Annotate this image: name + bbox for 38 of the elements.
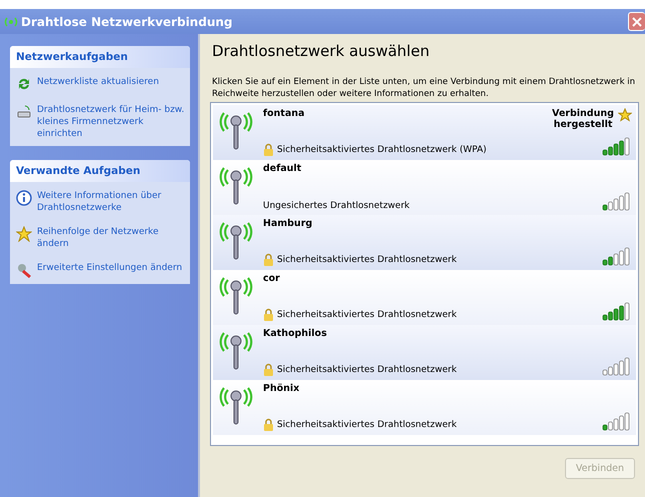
antenna-icon [219,276,253,316]
window-title: Drahtlose Netzwerkverbindung [21,14,234,28]
antenna-icon [219,221,253,261]
close-icon [632,16,642,26]
security-text: Sicherheitsaktiviertes Drahtlosnetzwerk (WPA) [277,144,487,154]
connection-status: Verbindung hergestellt [551,108,615,130]
info-icon [16,190,32,206]
security-text: Sicherheitsaktiviertes Drahtlosnetzwerk [277,254,457,264]
antenna-icon [219,111,253,151]
task-link[interactable]: Weitere Informationen über Drahtlosnetzwerke [37,190,186,214]
security-text: Sicherheitsaktiviertes Drahtlosnetzwerk [277,310,457,320]
task-link[interactable]: Netzwerkliste aktualisieren [37,76,159,88]
network-name: fontana [263,108,306,119]
task-link[interactable]: Drahtlosnetzwerk für Heim- bzw. kleines Firmennetzwerk einrichten [37,104,186,140]
network-name: Kathophilos [263,328,328,339]
panel-title: Verwandte Aufgaben [10,160,190,182]
star-icon [16,226,32,242]
task-link[interactable]: Erweiterte Einstellungen ändern [37,262,182,274]
network-name: Phönix [263,383,300,394]
network-row[interactable]: fontana Sicherheitsaktiviertes Drahtlosnetzwerk (WPA) Verbindung hergestellt [213,105,636,160]
network-name: Hamburg [263,218,314,229]
network-row[interactable]: Hamburg Sicherheitsaktiviertes Drahtlosnetzwerk [213,215,636,270]
antenna-icon [219,331,253,371]
instruction-text: Klicken Sie auf ein Element in der Liste unten, um eine Verbindung mit einem Drahtlosnetzwerk in Reichweite herzustellen oder weitere Informationen zu erhalten. [212,76,636,100]
close-button[interactable] [628,12,645,31]
refresh-icon [16,76,32,92]
network-name: cor [263,273,281,284]
security-text: Sicherheitsaktiviertes Drahtlosnetzwerk [277,364,457,374]
network-name: default [263,163,302,174]
panel-title: Netzwerkaufgaben [10,46,190,68]
task-link[interactable]: Reihenfolge der Netzwerke ändern [37,226,186,250]
security-text: Sicherheitsaktiviertes Drahtlosnetzwerk [277,420,457,430]
antenna-icon [219,386,253,426]
network-row[interactable]: Kathophilos Sicherheitsaktiviertes Drahtlosnetzwerk [213,325,636,380]
page-heading: Drahtlosnetzwerk auswählen [212,42,430,60]
security-text: Ungesichertes Drahtlosnetzwerk [263,201,410,211]
antenna-icon [219,166,253,206]
wireless-icon [4,16,18,26]
